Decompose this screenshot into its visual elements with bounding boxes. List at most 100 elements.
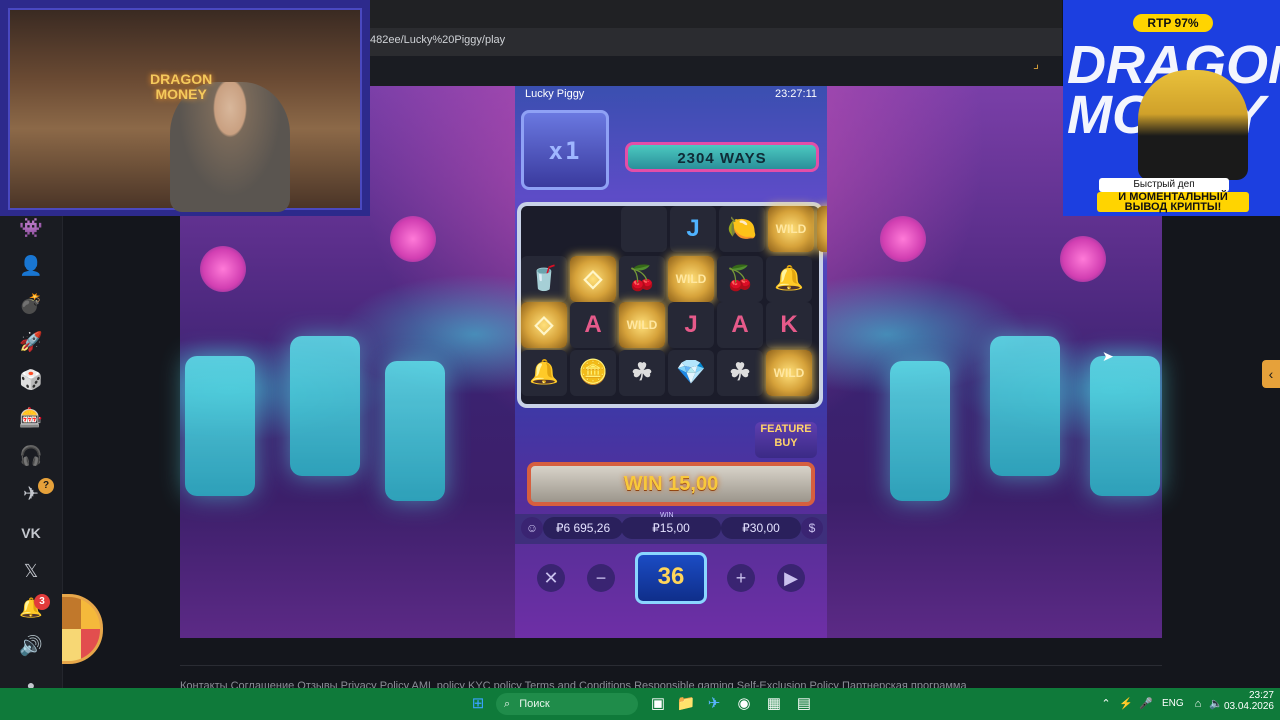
reel-symbol bbox=[621, 206, 667, 252]
controls-panel: ✕ − 36 + ▶ bbox=[515, 544, 827, 638]
reel-symbol: 🍒 bbox=[717, 256, 763, 302]
mouse-cursor: ➤ bbox=[1102, 348, 1114, 364]
x-twitter-icon[interactable]: 𝕏 bbox=[18, 558, 44, 584]
slot-cabinet-screen bbox=[385, 361, 445, 501]
app-icon[interactable]: ▦ bbox=[764, 694, 784, 714]
side-panel-toggle[interactable]: ‹ bbox=[1262, 360, 1280, 388]
win-banner: WIN 15,00 bbox=[527, 462, 815, 506]
decrease-bet-button[interactable]: − bbox=[587, 564, 615, 592]
taskbar-search[interactable]: ⌕ Поиск bbox=[496, 693, 638, 715]
reel-symbol: 💎 bbox=[668, 350, 714, 396]
windows-taskbar: ⊞ ⌕ Поиск ▣ 📁 ✈ ◉ ▦ ▤ ⌃ ⚡ 🎤 ENG ⌂ 🔈 23:2… bbox=[0, 688, 1280, 720]
bet-coin-icon[interactable]: $ bbox=[801, 517, 823, 539]
ad-banner[interactable]: DRAGON MONEY RTP 97% Быстрый деп И МОМЕН… bbox=[1063, 0, 1280, 216]
clock-date: 03.04.2026 bbox=[1223, 701, 1274, 712]
reel-symbol: WILD bbox=[768, 206, 814, 252]
turbo-off-icon[interactable]: ✕ bbox=[537, 564, 565, 592]
ad-tagline-2b: ВЫВОД КРИПТЫ! bbox=[1124, 201, 1222, 213]
slot-game[interactable]: Lucky Piggy 23:27:11 x1 2304 WAYS FEATUR… bbox=[515, 86, 827, 638]
ad-rtp-badge: RTP 97% bbox=[1133, 14, 1213, 32]
slot-machine-icon[interactable]: 🎰 bbox=[18, 406, 44, 432]
system-clock[interactable]: 23:27 03.04.2026 bbox=[1224, 690, 1274, 712]
notifications-badge: 3 bbox=[34, 594, 50, 610]
reel-symbol: 🥤 bbox=[521, 256, 567, 302]
search-placeholder: Поиск bbox=[519, 698, 550, 710]
neon-sign-line-2: MONEY bbox=[155, 86, 207, 102]
feature-buy-button[interactable]: FEATURE BUY bbox=[755, 422, 817, 458]
language-indicator[interactable]: ENG bbox=[1162, 698, 1184, 709]
search-icon: ⌕ bbox=[504, 698, 511, 710]
lamp-light bbox=[880, 216, 926, 262]
game-clock: 23:27:11 bbox=[774, 88, 817, 100]
fullscreen-icon[interactable]: ⌟ bbox=[1033, 56, 1047, 71]
reel-symbol: ◇ bbox=[570, 256, 616, 302]
microphone-icon[interactable]: 🎤 bbox=[1136, 694, 1156, 714]
neon-sign-line-1: DRAGON bbox=[150, 71, 213, 87]
lamp-light bbox=[1060, 236, 1106, 282]
sound-icon[interactable]: 🔊 bbox=[18, 634, 44, 660]
increase-bet-button[interactable]: + bbox=[727, 564, 755, 592]
ways-display: 2304 WAYS bbox=[625, 142, 819, 172]
reel-symbol: ◇ bbox=[817, 206, 827, 252]
clock-time: 23:27 bbox=[1248, 690, 1274, 701]
reel-symbol: A bbox=[717, 302, 763, 348]
bomb-icon[interactable]: 💣 bbox=[18, 292, 44, 318]
slot-cabinet-screen bbox=[1090, 356, 1160, 496]
feature-buy-label-1: FEATURE bbox=[760, 423, 812, 435]
slot-cabinet-screen bbox=[890, 361, 950, 501]
rocket-icon[interactable]: 🚀 bbox=[18, 330, 44, 356]
support-headset-icon[interactable]: 🎧 bbox=[18, 444, 44, 470]
lamp-light bbox=[390, 216, 436, 262]
spin-button[interactable]: 36 bbox=[635, 552, 707, 604]
tray-chevron-icon[interactable]: ⌃ bbox=[1096, 694, 1116, 714]
autoplay-icon[interactable]: ▶ bbox=[777, 564, 805, 592]
lamp-light bbox=[200, 246, 246, 292]
spin-counter: 36 bbox=[657, 563, 685, 590]
bet-amount: ₽30,00 bbox=[721, 517, 801, 539]
reel-symbol: ☘ bbox=[717, 350, 763, 396]
multiplier-display: x1 bbox=[521, 110, 609, 190]
reel-symbol: WILD bbox=[619, 302, 665, 348]
network-off-icon[interactable]: ⚡ bbox=[1116, 694, 1136, 714]
game-title: Lucky Piggy bbox=[525, 88, 585, 100]
slot-cabinet-screen bbox=[990, 336, 1060, 476]
windows-start-icon[interactable]: ⊞ bbox=[468, 694, 488, 714]
slot-cabinet-screen bbox=[290, 336, 360, 476]
reel-symbol: K bbox=[766, 302, 812, 348]
reel-symbol: WILD bbox=[766, 350, 812, 396]
info-bar: ☺ ₽6 695,26 WIN ₽15,00 ₽30,00 $ bbox=[515, 512, 827, 544]
balance-value: ₽6 695,26 bbox=[543, 517, 623, 539]
reel-symbol: A bbox=[570, 302, 616, 348]
telegram-app-icon[interactable]: ✈ bbox=[704, 694, 724, 714]
slot-cabinet-screen bbox=[185, 356, 255, 496]
reel-symbol: 🔔 bbox=[521, 350, 567, 396]
ad-mascot-image bbox=[1138, 70, 1248, 180]
vk-icon[interactable]: VK bbox=[18, 520, 44, 546]
ad-tagline-1: Быстрый деп bbox=[1099, 178, 1229, 192]
sidebar: 👾 👤 💣 🚀 🎲 🎰 🎧 ✈ ? VK 𝕏 🔔 3 🔊 ● bbox=[0, 216, 63, 693]
wifi-icon[interactable]: ⌂ bbox=[1188, 694, 1208, 714]
user-icon[interactable]: 👤 bbox=[18, 254, 44, 280]
win-amount: ₽15,00 bbox=[621, 517, 721, 539]
reel-symbol: ◇ bbox=[521, 302, 567, 348]
win-banner-text: WIN 15,00 bbox=[623, 473, 719, 495]
reel-symbol: 🍋 bbox=[719, 206, 765, 252]
feature-buy-label-2: BUY bbox=[774, 437, 798, 449]
notepad-icon[interactable]: ▤ bbox=[794, 694, 814, 714]
ways-value: 2304 WAYS bbox=[677, 150, 767, 167]
url-text[interactable]: 482ee/Lucky%20Piggy/play bbox=[370, 34, 505, 46]
fortune-wheel-icon[interactable] bbox=[62, 594, 103, 664]
footer-divider bbox=[180, 665, 1162, 666]
reel-symbol: 🪙 bbox=[570, 350, 616, 396]
multiplier-value: x1 bbox=[548, 137, 582, 165]
telegram-badge: ? bbox=[38, 478, 54, 494]
task-view-icon[interactable]: ▣ bbox=[648, 694, 668, 714]
chrome-icon[interactable]: ◉ bbox=[734, 694, 754, 714]
account-icon[interactable]: ☺ bbox=[521, 517, 543, 539]
file-explorer-icon[interactable]: 📁 bbox=[676, 694, 696, 714]
reel-symbol: WILD bbox=[668, 256, 714, 302]
monster-icon[interactable]: 👾 bbox=[18, 216, 44, 242]
dice-icon[interactable]: 🎲 bbox=[18, 368, 44, 394]
reel-symbol: J bbox=[670, 206, 716, 252]
reel-symbol: 🔔 bbox=[766, 256, 812, 302]
